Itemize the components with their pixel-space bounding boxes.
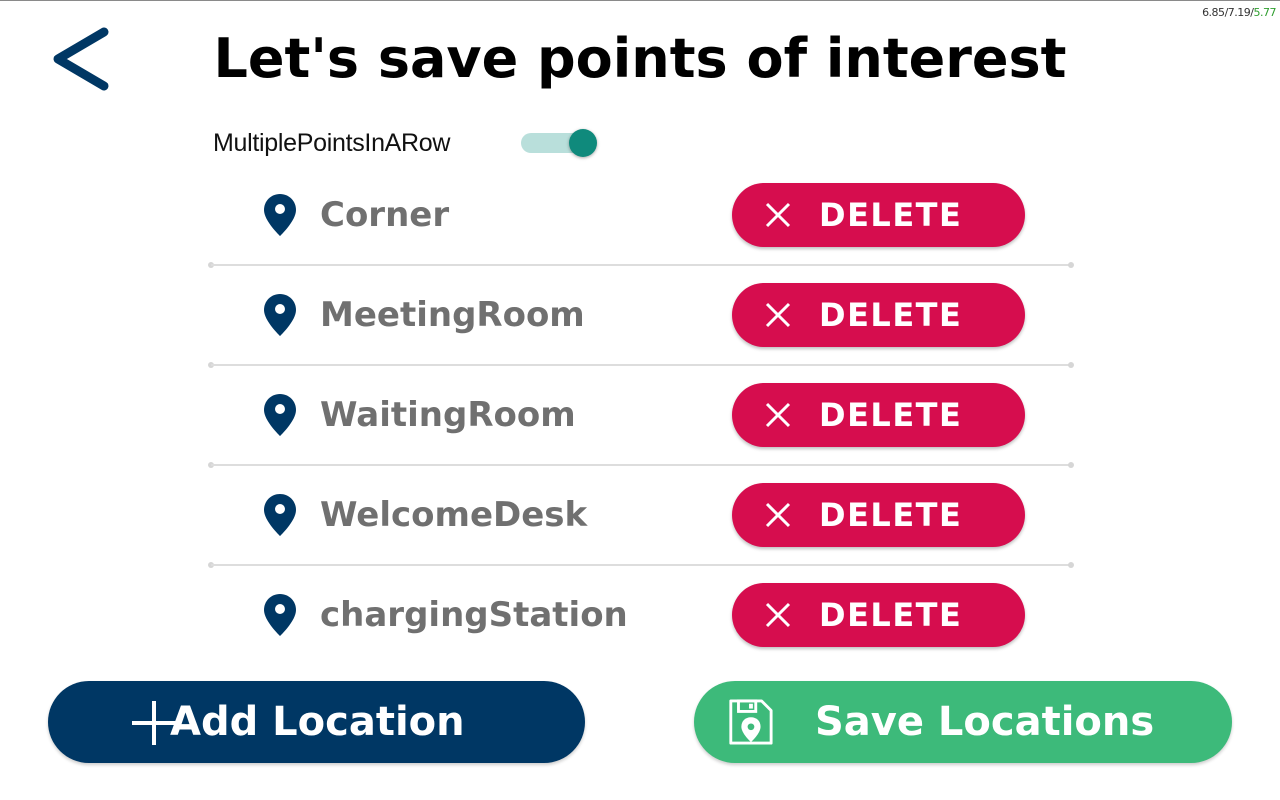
delete-button[interactable]: DELETE: [732, 583, 1025, 647]
delete-button[interactable]: DELETE: [732, 183, 1025, 247]
map-pin-icon: [264, 294, 296, 336]
list-item: chargingStation DELETE: [208, 581, 1074, 681]
location-name: WaitingRoom: [320, 395, 576, 435]
location-list: Corner DELETE MeetingRoom DELETE Waiting…: [208, 181, 1074, 681]
delete-button-label: DELETE: [819, 296, 963, 334]
multiple-points-toggle[interactable]: [521, 129, 597, 157]
chevron-left-icon: [53, 27, 109, 91]
map-pin-icon: [264, 494, 296, 536]
close-icon: [765, 502, 791, 528]
location-name: MeetingRoom: [320, 295, 585, 335]
map-pin-icon: [264, 194, 296, 236]
close-icon: [765, 302, 791, 328]
delete-button-label: DELETE: [819, 496, 963, 534]
perf-overlay: 6.85/7.19/5.77: [1202, 6, 1276, 19]
list-item: Corner DELETE: [208, 181, 1074, 281]
close-icon: [765, 402, 791, 428]
toggle-label: MultiplePointsInARow: [213, 128, 451, 157]
list-item: WelcomeDesk DELETE: [208, 481, 1074, 581]
delete-button[interactable]: DELETE: [732, 483, 1025, 547]
toggle-thumb: [569, 129, 597, 157]
location-name: chargingStation: [320, 595, 628, 635]
delete-button[interactable]: DELETE: [732, 283, 1025, 347]
add-location-button[interactable]: Add Location: [48, 681, 585, 763]
perf-value-1: 6.85: [1202, 6, 1225, 19]
divider: [208, 362, 1074, 368]
divider: [208, 562, 1074, 568]
save-locations-label: Save Locations: [815, 699, 1155, 745]
save-location-icon: [729, 699, 773, 745]
page-title: Let's save points of interest: [213, 27, 1067, 90]
back-button[interactable]: [40, 21, 120, 97]
map-pin-icon: [264, 594, 296, 636]
delete-button-label: DELETE: [819, 596, 963, 634]
perf-value-2: 7.19: [1227, 6, 1251, 19]
divider: [208, 462, 1074, 468]
close-icon: [765, 202, 791, 228]
delete-button-label: DELETE: [819, 396, 963, 434]
map-pin-icon: [264, 394, 296, 436]
multiple-points-toggle-row: MultiplePointsInARow: [213, 125, 597, 161]
save-locations-button[interactable]: Save Locations: [694, 681, 1232, 763]
divider: [208, 262, 1074, 268]
app-screen: 6.85/7.19/5.77 Let's save points of inte…: [0, 0, 1280, 800]
delete-button[interactable]: DELETE: [732, 383, 1025, 447]
location-name: WelcomeDesk: [320, 495, 588, 535]
location-name: Corner: [320, 195, 450, 235]
perf-value-3: 5.77: [1253, 6, 1277, 19]
add-location-label: Add Location: [170, 699, 465, 745]
close-icon: [765, 602, 791, 628]
list-item: WaitingRoom DELETE: [208, 381, 1074, 481]
delete-button-label: DELETE: [819, 196, 963, 234]
list-item: MeetingRoom DELETE: [208, 281, 1074, 381]
